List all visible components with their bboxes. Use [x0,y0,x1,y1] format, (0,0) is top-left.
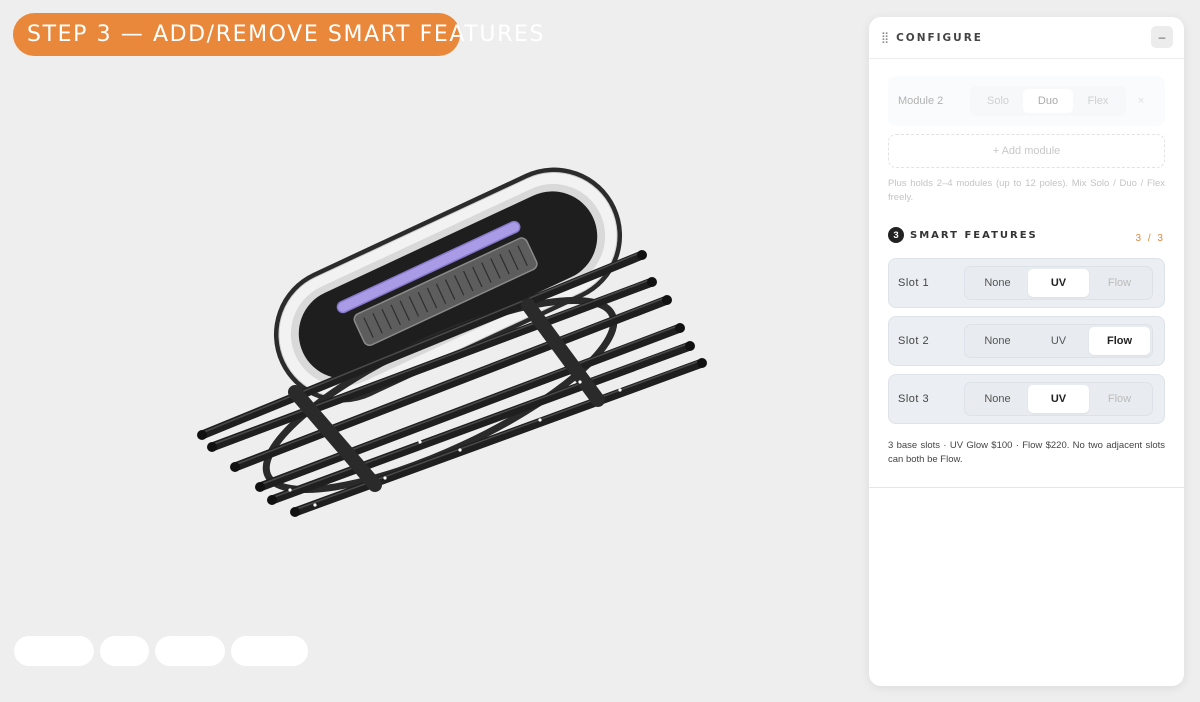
product-3d-view[interactable] [180,160,740,560]
panel-title: CONFIGURE [896,31,983,44]
feature-selector: None UV Flow [964,324,1153,358]
step-number-badge: 3 [888,227,904,243]
module-option-solo[interactable]: Solo [973,89,1023,113]
view-controls [14,636,308,666]
view-control-button[interactable] [14,636,94,666]
step-label: STEP 3 — ADD/REMOVE SMART FEATURES [27,22,546,47]
remove-module-icon[interactable]: × [1138,95,1144,107]
divider [869,487,1184,488]
drag-handle-icon[interactable]: ⣿ [881,31,889,44]
feature-selector: None UV Flow [964,382,1153,416]
view-control-button[interactable] [100,636,149,666]
slot-row: Slot 2 None UV Flow [888,316,1165,366]
option-uv[interactable]: UV [1028,269,1089,297]
slot-count: 3 / 3 [1135,233,1165,244]
pricing-note: 3 base slots · UV Glow $100 · Flow $220.… [888,440,1165,465]
section-title: SMART FEATURES [910,229,1038,241]
module-option-flex[interactable]: Flex [1073,89,1123,113]
option-uv[interactable]: UV [1028,327,1089,355]
add-module-button[interactable]: + Add module [888,134,1165,168]
module-type-selector: Solo Duo Flex [970,86,1126,116]
view-control-button[interactable] [231,636,308,666]
configure-panel: ⣿ CONFIGURE – Module 2 Solo Duo Flex × +… [869,17,1184,686]
option-none[interactable]: None [967,269,1028,297]
option-none[interactable]: None [967,327,1028,355]
option-flow[interactable]: Flow [1089,385,1150,413]
slot-row: Slot 1 None UV Flow [888,258,1165,308]
option-flow[interactable]: Flow [1089,327,1150,355]
slot-label: Slot 1 [898,277,930,289]
option-uv[interactable]: UV [1028,385,1089,413]
plus-note: Plus holds 2–4 modules (up to 12 poles).… [888,178,1165,203]
module-option-duo[interactable]: Duo [1023,89,1073,113]
slot-label: Slot 2 [898,335,930,347]
step-banner: STEP 3 — ADD/REMOVE SMART FEATURES [13,13,543,56]
option-flow[interactable]: Flow [1089,269,1150,297]
panel-header[interactable]: ⣿ CONFIGURE – [869,17,1184,59]
view-control-button[interactable] [155,636,225,666]
slot-row: Slot 3 None UV Flow [888,374,1165,424]
collapse-button[interactable]: – [1151,26,1173,48]
slot-label: Slot 3 [898,393,930,405]
option-none[interactable]: None [967,385,1028,413]
module-label: Module 2 [898,95,944,107]
drying-rack-model [197,167,707,517]
feature-selector: None UV Flow [964,266,1153,300]
module-row: Module 2 Solo Duo Flex × [888,76,1165,126]
smart-features-header: 3 SMART FEATURES 3 / 3 [888,227,1165,244]
